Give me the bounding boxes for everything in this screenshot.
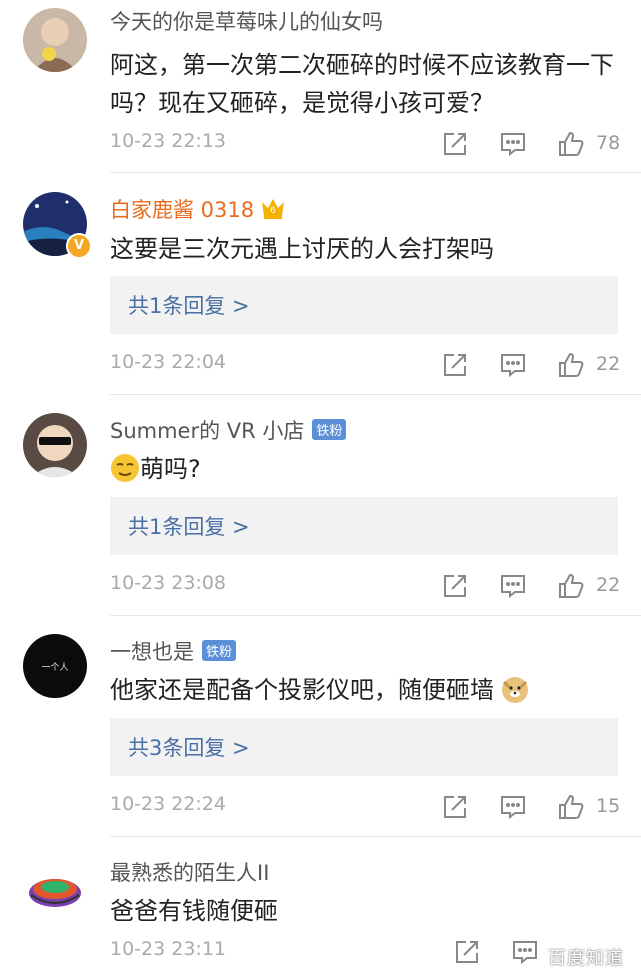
avatar[interactable] (23, 8, 87, 72)
divider (110, 394, 641, 395)
username[interactable]: 一想也是 铁粉 (110, 636, 237, 666)
like-count: 15 (596, 795, 621, 817)
share-icon[interactable] (441, 130, 469, 158)
comment-text: 萌吗? (110, 450, 615, 488)
view-replies-link[interactable]: 共3条回复 > (128, 732, 250, 762)
divider (110, 836, 641, 837)
timestamp: 10-23 22:04 (110, 351, 227, 373)
share-icon[interactable] (441, 572, 469, 600)
timestamp: 10-23 23:08 (110, 572, 227, 594)
avatar[interactable]: 一个人 (23, 634, 87, 698)
comment-meta: 10-23 22:13 78 (0, 130, 641, 160)
crown-level: 6 (270, 206, 276, 216)
comment-text-content: 他家还是配备个投影仪吧，随便砸墙 (110, 676, 494, 704)
like-count: 22 (596, 574, 621, 596)
comment-meta: 10-23 22:24 15 (0, 793, 641, 823)
verified-badge: V (66, 233, 92, 259)
username-text: Summer的 VR 小店 (110, 419, 305, 443)
view-replies-link[interactable]: 共1条回复 > (128, 511, 250, 541)
avatar[interactable] (23, 855, 87, 919)
comment-meta: 10-23 23:08 22 (0, 572, 641, 602)
view-replies-link[interactable]: 共1条回复 > (128, 290, 250, 320)
comment-icon[interactable] (499, 351, 527, 379)
username-text: 白家鹿酱 0318 (110, 198, 255, 222)
fan-badge: 铁粉 (312, 419, 347, 440)
reply-box[interactable]: 共1条回复 > (110, 497, 618, 555)
smug-emoji-icon (111, 454, 139, 482)
share-icon[interactable] (441, 793, 469, 821)
share-icon[interactable] (453, 938, 481, 966)
comment-text: 他家还是配备个投影仪吧，随便砸墙 (110, 671, 615, 709)
divider (110, 615, 641, 616)
fan-badge: 铁粉 (202, 640, 237, 661)
username[interactable]: 白家鹿酱 0318 6 (110, 194, 286, 225)
comment-icon[interactable] (499, 130, 527, 158)
like-icon[interactable] (557, 572, 585, 600)
like-count: 78 (596, 132, 621, 154)
comment-text-content: 萌吗? (140, 455, 201, 483)
username[interactable]: Summer的 VR 小店 铁粉 (110, 415, 347, 445)
reply-box[interactable]: 共3条回复 > (110, 718, 618, 776)
comment-text: 这要是三次元遇上讨厌的人会打架吗 (110, 235, 494, 263)
like-count: 22 (596, 353, 621, 375)
comment-meta: 10-23 22:04 22 (0, 351, 641, 381)
comment-icon[interactable] (511, 938, 539, 966)
doge-emoji-icon (502, 677, 528, 703)
avatar[interactable] (23, 413, 87, 477)
like-icon[interactable] (557, 130, 585, 158)
crown-icon: 6 (260, 196, 286, 225)
username[interactable]: 最熟悉的陌生人II (110, 857, 269, 887)
watermark: 百度知道 (548, 948, 624, 969)
divider (110, 172, 641, 173)
like-icon[interactable] (557, 351, 585, 379)
avatar-text: 一个人 (41, 662, 68, 673)
comment-meta: 10-23 23:11 (0, 938, 641, 968)
timestamp: 10-23 23:11 (110, 938, 227, 960)
share-icon[interactable] (441, 351, 469, 379)
comment-text: 阿这，第一次第二次砸碎的时候不应该教育一下吗？现在又砸碎，是觉得小孩可爱？ (110, 51, 614, 117)
comment-icon[interactable] (499, 572, 527, 600)
comment-icon[interactable] (499, 793, 527, 821)
like-icon[interactable] (557, 793, 585, 821)
username-text: 一想也是 (110, 640, 194, 664)
reply-box[interactable]: 共1条回复 > (110, 276, 618, 334)
username[interactable]: 今天的你是草莓味儿的仙女吗 (110, 6, 383, 36)
timestamp: 10-23 22:13 (110, 130, 227, 152)
comment-text: 爸爸有钱随便砸 (110, 897, 278, 925)
timestamp: 10-23 22:24 (110, 793, 227, 815)
